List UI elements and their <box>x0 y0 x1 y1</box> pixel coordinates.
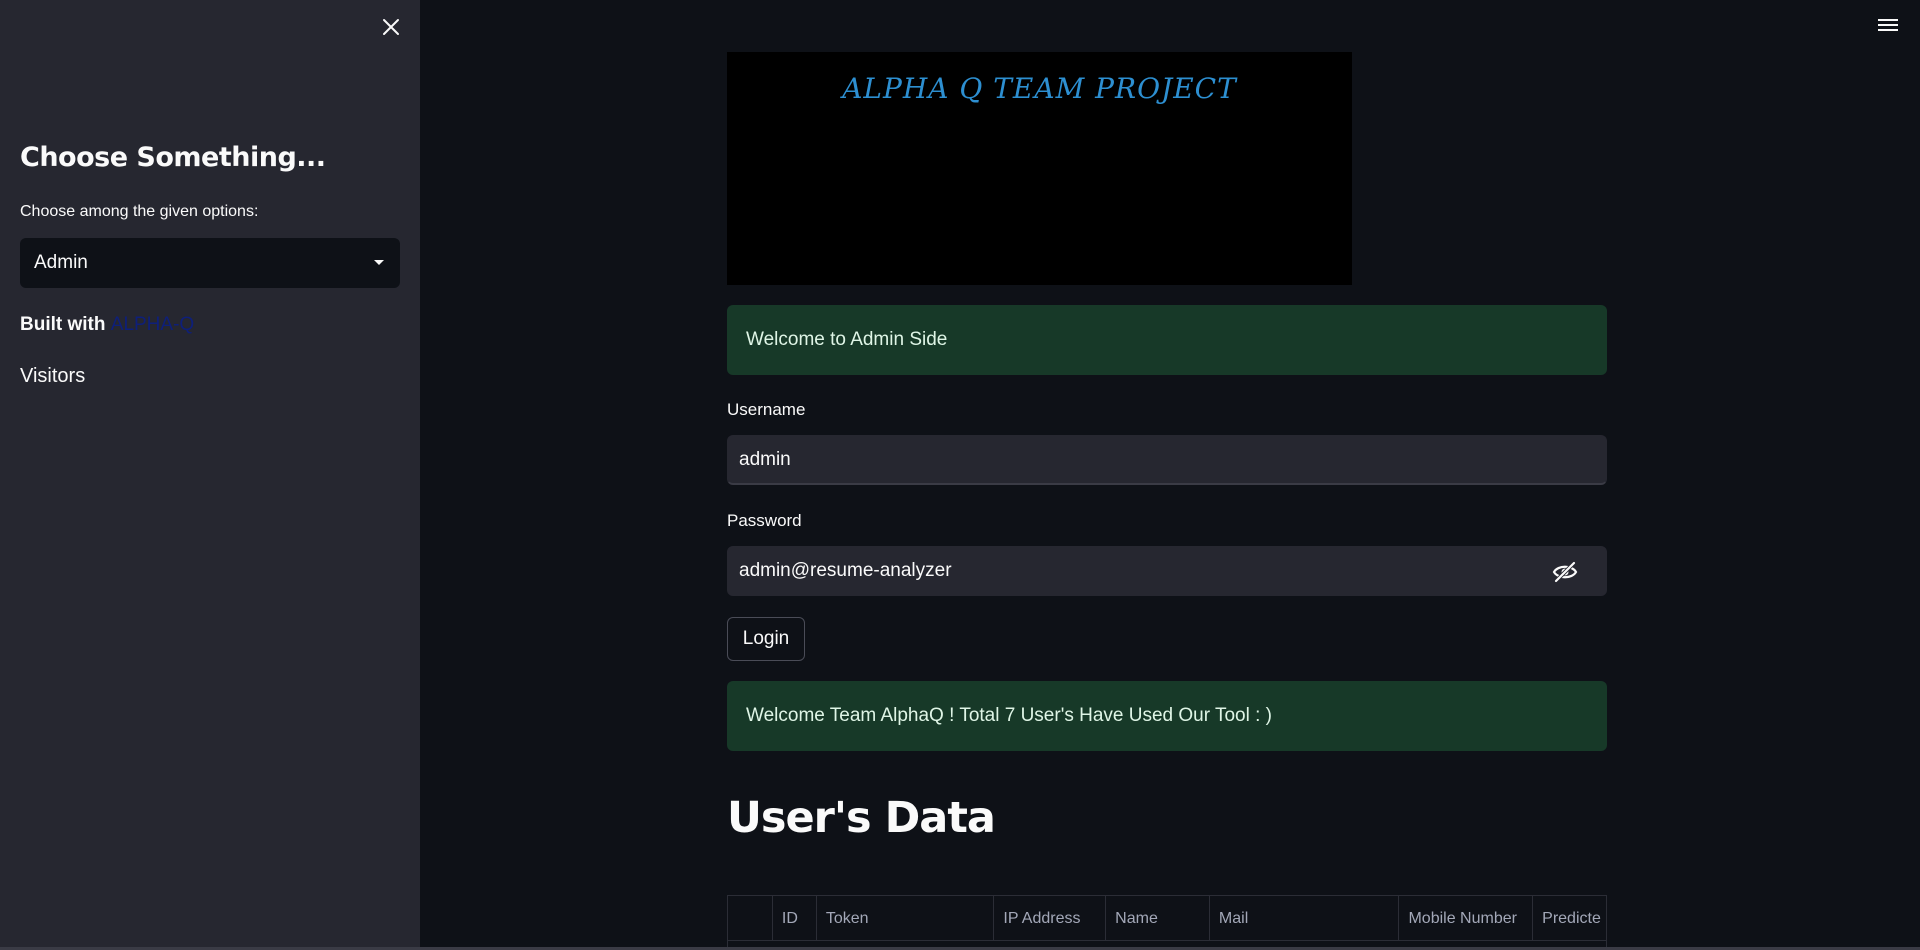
chevron-down-icon <box>374 260 384 265</box>
password-value: admin@resume-analyzer <box>739 560 952 581</box>
eye-slash-icon[interactable] <box>1552 560 1578 584</box>
hamburger-menu-icon[interactable] <box>1878 16 1902 36</box>
app-root: Choose Something... Choose among the giv… <box>0 0 1920 950</box>
username-field[interactable]: admin <box>727 435 1607 485</box>
column-header-id[interactable]: ID <box>773 896 817 941</box>
built-with: Built with ALPHA-Q <box>20 314 194 336</box>
column-header-name[interactable]: Name <box>1106 896 1210 941</box>
usage-success-alert: Welcome Team AlphaQ ! Total 7 User's Hav… <box>727 681 1607 751</box>
column-header-token[interactable]: Token <box>817 896 995 941</box>
users-data-table[interactable]: ID Token IP Address Name Mail Mobile Num… <box>727 895 1607 950</box>
password-field[interactable]: admin@resume-analyzer <box>727 546 1607 596</box>
built-with-prefix: Built with <box>20 314 111 335</box>
banner-image: ALPHA Q TEAM PROJECT <box>727 52 1352 285</box>
password-label: Password <box>727 511 802 530</box>
close-icon[interactable] <box>376 12 406 42</box>
username-label: Username <box>727 400 806 419</box>
welcome-alert: Welcome to Admin Side <box>727 305 1607 375</box>
column-header-mobile-number[interactable]: Mobile Number <box>1399 896 1534 941</box>
column-header-predicted[interactable]: Predicte <box>1533 896 1606 941</box>
select-label: Choose among the given options: <box>20 203 259 220</box>
sidebar-title: Choose Something... <box>20 142 326 173</box>
column-header-mail[interactable]: Mail <box>1210 896 1400 941</box>
column-header-ip-address[interactable]: IP Address <box>994 896 1107 941</box>
login-button[interactable]: Login <box>727 617 805 661</box>
main-content: ALPHA Q TEAM PROJECT Welcome to Admin Si… <box>727 0 1607 950</box>
table-header: ID Token IP Address Name Mail Mobile Num… <box>728 896 1606 941</box>
role-select-value: Admin <box>34 252 88 273</box>
sidebar: Choose Something... Choose among the giv… <box>0 0 420 950</box>
banner-text: ALPHA Q TEAM PROJECT <box>842 72 1237 105</box>
role-select[interactable]: Admin <box>20 238 400 288</box>
users-data-heading: User's Data <box>727 793 996 843</box>
visitors-label: Visitors <box>20 365 86 387</box>
alpha-q-link[interactable]: ALPHA-Q <box>111 314 194 335</box>
column-header-index[interactable] <box>728 896 773 941</box>
